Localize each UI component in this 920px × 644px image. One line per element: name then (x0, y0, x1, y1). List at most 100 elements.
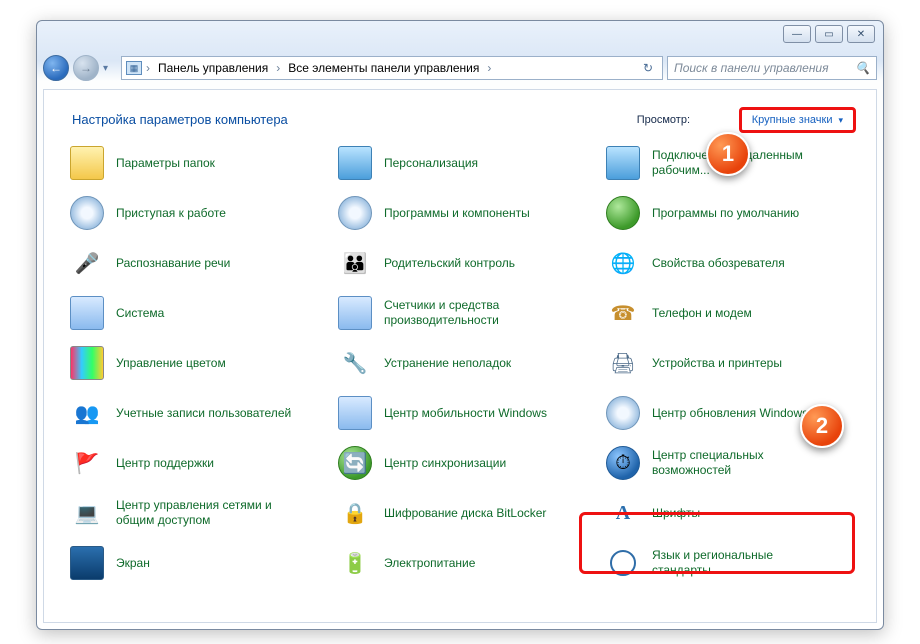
phone-modem-icon: ☎ (606, 296, 640, 330)
bitlocker-icon: 🔒 (338, 496, 372, 530)
windows-update-icon (606, 396, 640, 430)
control-panel-item[interactable]: 🔒 Шифрование диска BitLocker (334, 488, 596, 538)
action-center-icon: 🚩 (70, 446, 104, 480)
item-label: Шрифты (652, 506, 700, 521)
control-panel-item[interactable]: 🖨 Устройства и принтеры (602, 338, 864, 388)
view-mode-dropdown[interactable]: Крупные значки (739, 107, 856, 133)
item-label: Учетные записи пользователей (116, 406, 291, 421)
control-panel-window: — ▭ ✕ ← → ▾ ▦ › Панель управления › Все … (36, 20, 884, 630)
search-placeholder: Поиск в панели управления (674, 61, 829, 75)
item-label: Счетчики и средства производительности (384, 298, 564, 328)
control-panel-item[interactable]: Управление цветом (66, 338, 328, 388)
breadcrumb-level1[interactable]: Панель управления (154, 61, 272, 75)
control-panel-item[interactable]: Программы и компоненты (334, 188, 596, 238)
item-label: Шифрование диска BitLocker (384, 506, 546, 521)
user-accounts-icon: 👥 (70, 396, 104, 430)
item-label: Электропитание (384, 556, 475, 571)
default-programs-icon (606, 196, 640, 230)
control-panel-item[interactable]: 🚩Центр поддержки (66, 438, 328, 488)
search-input[interactable]: Поиск в панели управления 🔍 (667, 56, 877, 80)
power-icon: 🔋 (338, 546, 372, 580)
perf-icon (338, 296, 372, 330)
breadcrumb-sep-icon: › (146, 61, 150, 75)
remote-desktop-icon (606, 146, 640, 180)
item-label: Устранение неполадок (384, 356, 511, 371)
control-panel-item[interactable]: Персонализация (334, 138, 596, 188)
page-heading: Настройка параметров компьютера (72, 112, 288, 127)
item-label: Приступая к работе (116, 206, 226, 221)
breadcrumb-sep-icon: › (487, 61, 491, 75)
ease-of-access-icon: ⏱ (606, 446, 640, 480)
address-bar[interactable]: ▦ › Панель управления › Все элементы пан… (121, 56, 663, 80)
item-label: Управление цветом (116, 356, 226, 371)
item-label: Экран (116, 556, 150, 571)
item-label: Телефон и модем (652, 306, 752, 321)
annotation-callout-1: 1 (706, 132, 750, 176)
control-panel-item[interactable]: 🌐 Свойства обозревателя (602, 238, 864, 288)
internet-options-icon: 🌐 (606, 246, 640, 280)
control-panel-item[interactable]: Экран (66, 538, 328, 588)
item-label: Центр обновления Windows (652, 406, 808, 421)
nav-back-button[interactable]: ← (43, 55, 69, 81)
nav-history-chevron-icon[interactable]: ▾ (103, 63, 117, 74)
personalization-icon (338, 146, 372, 180)
item-label: Язык и региональные стандарты (652, 548, 832, 578)
close-button[interactable]: ✕ (847, 25, 875, 43)
nav-forward-button[interactable]: → (73, 55, 99, 81)
control-panel-item[interactable]: Система (66, 288, 328, 338)
item-label: Устройства и принтеры (652, 356, 782, 371)
control-panel-item[interactable]: 🔋 Электропитание (334, 538, 596, 588)
window-buttons: — ▭ ✕ (783, 25, 875, 43)
item-label: Персонализация (384, 156, 478, 171)
system-icon (70, 296, 104, 330)
troubleshoot-icon: 🔧 (338, 346, 372, 380)
view-label: Просмотр: (637, 114, 690, 126)
speech-icon: 🎤 (70, 246, 104, 280)
control-panel-item[interactable]: 🎤 Распознавание речи (66, 238, 328, 288)
refresh-icon[interactable]: ↻ (638, 61, 658, 75)
control-panel-item[interactable]: 🔧 Устранение неполадок (334, 338, 596, 388)
sync-center-icon: 🔄 (338, 446, 372, 480)
control-panel-item[interactable]: 👪Родительский контроль (334, 238, 596, 288)
control-panel-item[interactable]: Программы по умолчанию (602, 188, 864, 238)
devices-printers-icon: 🖨 (606, 346, 640, 380)
item-label: Распознавание речи (116, 256, 230, 271)
control-panel-item[interactable]: Язык и региональные стандарты (602, 538, 864, 588)
folder-options-icon (70, 146, 104, 180)
color-mgmt-icon (70, 346, 104, 380)
item-label: Центр управления сетями и общим доступом (116, 498, 296, 528)
mobility-center-icon (338, 396, 372, 430)
programs-features-icon (338, 196, 372, 230)
control-panel-item[interactable]: 👥 Учетные записи пользователей (66, 388, 328, 438)
control-panel-item[interactable]: A Шрифты (602, 488, 864, 538)
item-label: Программы по умолчанию (652, 206, 799, 221)
parental-icon: 👪 (338, 246, 372, 280)
item-label: Свойства обозревателя (652, 256, 785, 271)
search-icon: 🔍 (855, 61, 870, 75)
control-panel-item[interactable]: Параметры папок (66, 138, 328, 188)
display-icon (70, 546, 104, 580)
control-panel-item[interactable]: 💻 Центр управления сетями и общим доступо… (66, 488, 328, 538)
control-panel-item[interactable]: Счетчики и средства производительности (334, 288, 596, 338)
control-panel-item[interactable]: Центр мобильности Windows (334, 388, 596, 438)
annotation-callout-2: 2 (800, 404, 844, 448)
control-panel-item[interactable]: Приступая к работе (66, 188, 328, 238)
control-panel-icon: ▦ (126, 61, 142, 75)
control-panel-item[interactable]: ☎ Телефон и модем (602, 288, 864, 338)
breadcrumb-level2[interactable]: Все элементы панели управления (284, 61, 483, 75)
item-label: Центр синхронизации (384, 456, 506, 471)
view-mode-value: Крупные значки (752, 114, 833, 126)
control-panel-item[interactable]: 🔄 Центр синхронизации (334, 438, 596, 488)
nav-row: ← → ▾ ▦ › Панель управления › Все элемен… (43, 53, 877, 83)
network-sharing-icon: 💻 (70, 496, 104, 530)
minimize-button[interactable]: — (783, 25, 811, 43)
items-grid: Параметры папокПерсонализацияПодключения… (66, 138, 864, 622)
item-label: Центр специальных возможностей (652, 448, 832, 478)
getting-started-icon (70, 196, 104, 230)
item-label: Система (116, 306, 164, 321)
item-label: Параметры папок (116, 156, 215, 171)
maximize-button[interactable]: ▭ (815, 25, 843, 43)
fonts-icon: A (606, 496, 640, 530)
content-area: Настройка параметров компьютера Просмотр… (43, 89, 877, 623)
item-label: Программы и компоненты (384, 206, 530, 221)
